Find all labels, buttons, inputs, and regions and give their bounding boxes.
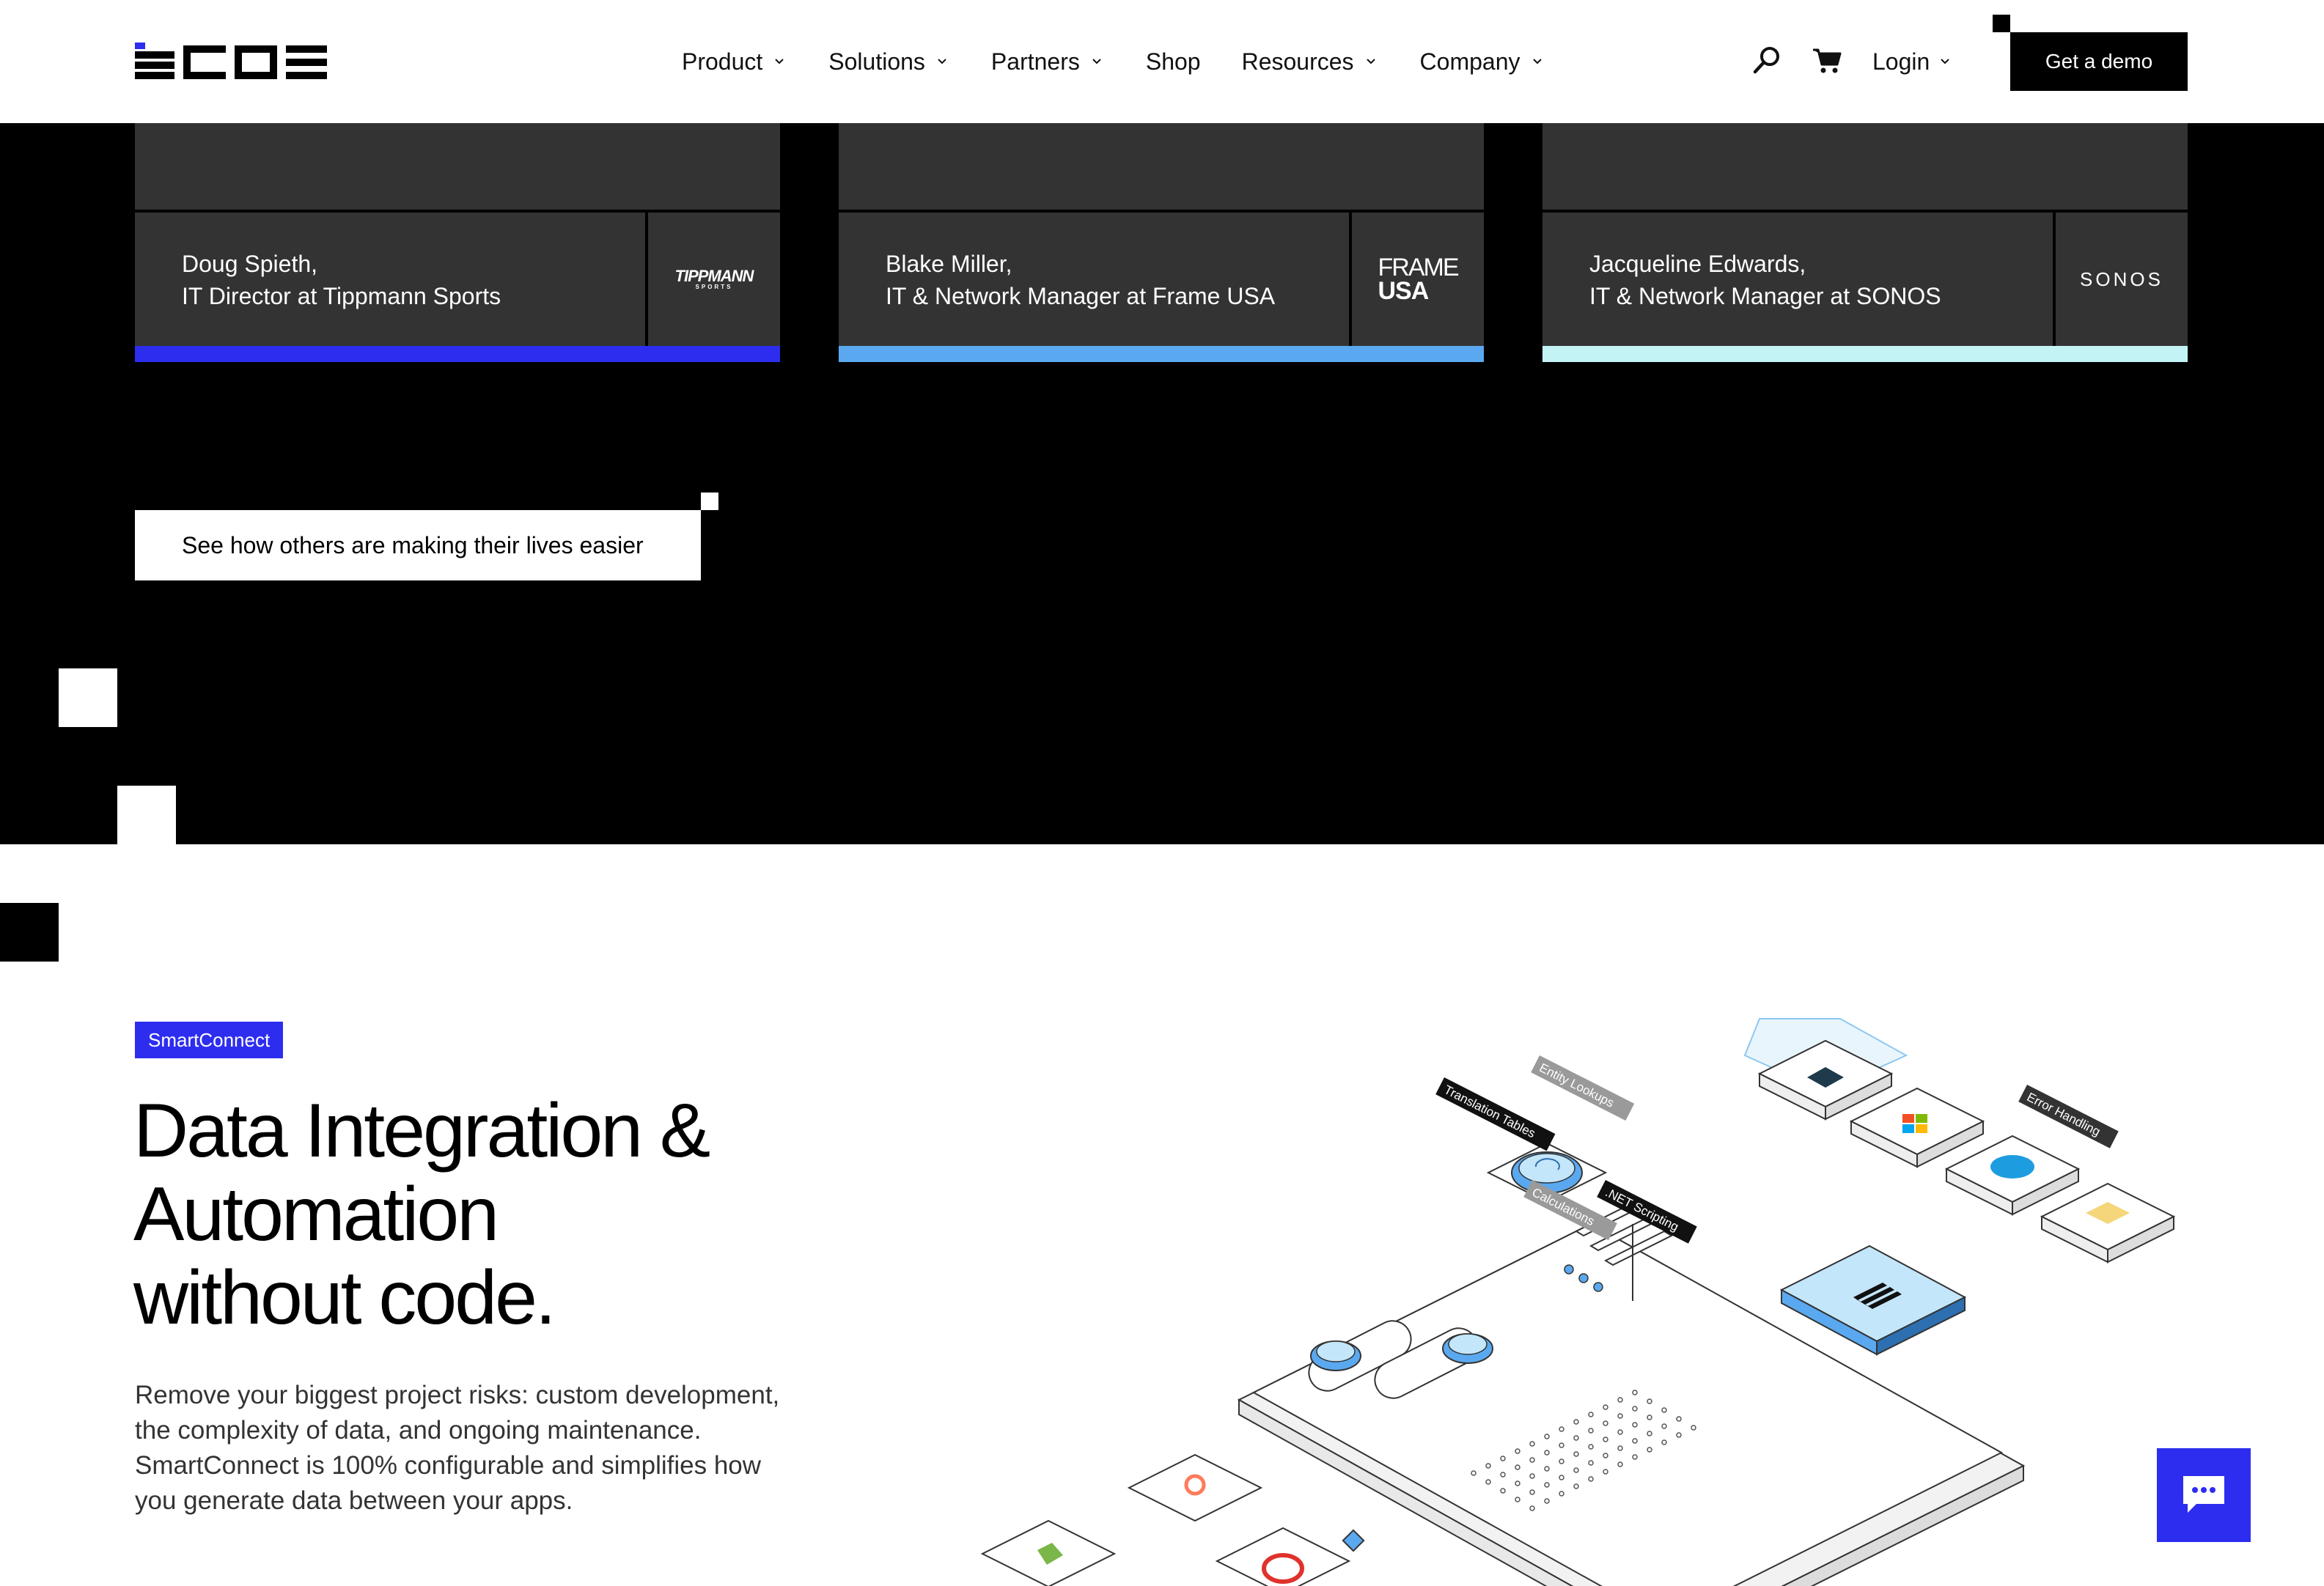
nav-company[interactable]: Company — [1420, 48, 1545, 75]
tag-label: Translation Tables — [1442, 1082, 1538, 1140]
bottom-app-tiles — [980, 1453, 1365, 1586]
error-handling-tag: Error Handling — [2018, 1085, 2119, 1148]
person-name: Blake Miller, — [886, 251, 1012, 277]
search-icon[interactable] — [1751, 44, 1783, 76]
entity-lookups-tag: Entity Lookups — [1531, 1055, 1635, 1121]
logo-text: FRAME — [1378, 253, 1460, 281]
company-logo: FRAME USA — [1352, 213, 1484, 346]
card-person: Doug Spieth, IT Director at Tippmann Spo… — [182, 248, 501, 312]
chevron-down-icon — [1532, 59, 1542, 64]
testimonial-card[interactable]: Doug Spieth, IT Director at Tippmann Spo… — [135, 123, 780, 362]
card-media — [1542, 123, 2188, 210]
feature-description: Remove your biggest project risks: custo… — [135, 1381, 780, 1515]
chevron-down-icon — [1941, 59, 1950, 64]
logo-subtext: USA — [1378, 277, 1430, 305]
chevron-down-icon — [775, 59, 784, 64]
nav-resources[interactable]: Resources — [1242, 48, 1379, 75]
testimonial-card[interactable]: Jacqueline Edwards, IT & Network Manager… — [1542, 123, 2188, 362]
person-name: Doug Spieth, — [182, 251, 318, 277]
nav-label: Resources — [1241, 48, 1354, 75]
chevron-down-icon — [1366, 59, 1375, 64]
card-media — [839, 123, 1484, 210]
testimonial-card[interactable]: Blake Miller, IT & Network Manager at Fr… — [839, 123, 1484, 362]
chevron-down-icon — [1092, 59, 1101, 64]
tag-label: Error Handling — [2025, 1090, 2103, 1139]
badge-label: SmartConnect — [148, 1028, 271, 1051]
headline-line: without code. — [133, 1255, 556, 1340]
decorative-pixel — [701, 493, 718, 510]
decorative-pixel — [1993, 15, 2010, 32]
nav-solutions[interactable]: Solutions — [828, 48, 950, 75]
decorative-square — [117, 786, 176, 844]
eone-logo[interactable] — [135, 43, 327, 81]
product-badge: SmartConnect — [135, 1022, 284, 1058]
page-headline: Data Integration & Automation without co… — [133, 1089, 940, 1340]
decorative-square — [59, 668, 117, 727]
nav-shop[interactable]: Shop — [1146, 48, 1201, 75]
login-menu[interactable]: Login — [1872, 37, 1953, 86]
logo-text: TIPPMANN — [674, 267, 754, 285]
nav-product[interactable]: Product — [682, 48, 787, 75]
card-accent-bar — [839, 346, 1484, 362]
page: Product Solutions Partners Shop Resource… — [0, 0, 2324, 1586]
company-logo: SONOS — [2056, 213, 2188, 346]
integration-illustration: Translation Tables Entity Lookups .NET S… — [980, 1018, 2176, 1586]
card-person: Blake Miller, IT & Network Manager at Fr… — [886, 248, 1275, 312]
card-media — [135, 123, 780, 210]
nav-partners[interactable]: Partners — [991, 48, 1105, 75]
testimonials-section: Doug Spieth, IT Director at Tippmann Spo… — [0, 123, 2324, 844]
logo-text: SONOS — [2080, 268, 2163, 290]
login-label: Login — [1872, 48, 1930, 75]
nav-label: Product — [682, 48, 763, 75]
person-role: IT Director at Tippmann Sports — [182, 283, 501, 309]
person-name: Jacqueline Edwards, — [1589, 251, 1806, 277]
nav-label: Solutions — [828, 48, 925, 75]
demo-label: Get a demo — [2045, 50, 2153, 73]
card-accent-bar — [1542, 346, 2188, 362]
card-person: Jacqueline Edwards, IT & Network Manager… — [1589, 248, 1941, 312]
eone-tile — [1779, 1244, 1967, 1356]
chat-icon — [2183, 1476, 2224, 1513]
decorative-square — [0, 903, 59, 962]
net-scripting-tag: .NET Scripting — [1597, 1180, 1697, 1244]
logo-subtext: SPORTS — [695, 284, 733, 290]
headline-line: Automation — [133, 1172, 499, 1257]
main-nav: Product Solutions Partners Shop Resource… — [682, 37, 1586, 86]
translation-tables-tag: Translation Tables — [1435, 1077, 1556, 1151]
card-accent-bar — [135, 346, 780, 362]
nav-label: Shop — [1145, 48, 1201, 75]
person-role: IT & Network Manager at SONOS — [1589, 283, 1941, 309]
see-others-button[interactable]: See how others are making their lives ea… — [135, 510, 701, 580]
headline-line: Data Integration & — [133, 1088, 710, 1173]
chevron-down-icon — [938, 59, 946, 64]
see-others-label: See how others are making their lives ea… — [182, 531, 644, 558]
tag-label: Entity Lookups — [1537, 1061, 1617, 1110]
nav-label: Company — [1419, 48, 1520, 75]
person-role: IT & Network Manager at Frame USA — [886, 283, 1276, 309]
site-header: Product Solutions Partners Shop Resource… — [0, 0, 2324, 123]
cart-icon[interactable] — [1811, 44, 1843, 76]
company-logo: TIPPMANN SPORTS — [648, 213, 780, 346]
get-demo-button[interactable]: Get a demo — [2010, 32, 2188, 91]
nav-label: Partners — [990, 48, 1080, 75]
chat-button[interactable] — [2157, 1448, 2251, 1542]
